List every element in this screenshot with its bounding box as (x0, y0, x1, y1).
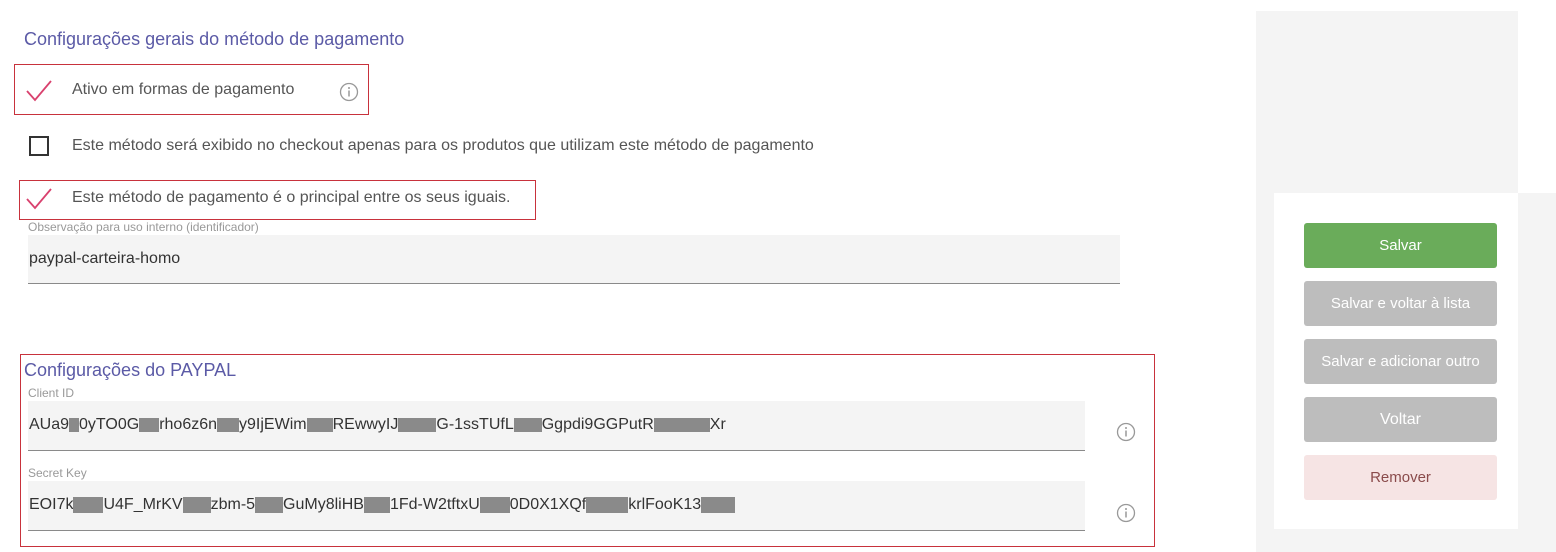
secret-key-part: U4F_MrKV (103, 496, 183, 513)
redaction-mask (701, 497, 736, 513)
remove-button[interactable]: Remover (1304, 455, 1497, 500)
redaction-mask (479, 497, 510, 513)
note-field-value: paypal-carteira-homo (29, 250, 181, 267)
info-icon[interactable] (339, 82, 359, 102)
redaction-mask (69, 418, 80, 432)
check-icon[interactable] (24, 76, 54, 106)
redaction-mask (398, 418, 437, 432)
client-id-part: rho6z6n (159, 416, 218, 433)
info-icon[interactable] (1116, 503, 1136, 523)
principal-label: Este método de pagamento é o principal e… (72, 189, 511, 206)
checkout-only-checkbox[interactable] (29, 136, 49, 156)
client-id-value: AUa9 0yTO0G rho6z6n y9IjEWim REwwyIJ G-1… (29, 416, 726, 434)
client-id-part: Ggpdi9GGPutR (541, 416, 654, 433)
client-id-part: Xr (709, 416, 726, 433)
client-id-part: y9IjEWim (239, 416, 307, 433)
redaction-mask (363, 497, 390, 513)
redaction-mask (73, 497, 104, 513)
active-label: Ativo em formas de pagamento (72, 81, 295, 98)
secret-key-part: zbm-5 (210, 496, 256, 513)
redaction-mask (586, 497, 629, 513)
redaction-mask (513, 418, 542, 432)
redaction-mask (217, 418, 240, 432)
back-button[interactable]: Voltar (1304, 397, 1497, 442)
secret-key-part: EOI7k (29, 496, 74, 513)
checkout-only-label: Este método será exibido no checkout ape… (72, 137, 814, 154)
client-id-part: AUa9 (29, 416, 70, 433)
save-and-add-button[interactable]: Salvar e adicionar outro (1304, 339, 1497, 384)
client-id-part: 0yTO0G (79, 416, 140, 433)
client-id-part: REwwyIJ (332, 416, 399, 433)
side-panel-top (1256, 11, 1518, 193)
note-field[interactable] (28, 235, 1120, 284)
note-field-caption: Observação para uso interno (identificad… (28, 220, 259, 234)
secret-key-part: krlFooK13 (628, 496, 702, 513)
secret-key-caption: Secret Key (28, 466, 87, 480)
redaction-mask (139, 418, 160, 432)
info-icon[interactable] (1116, 422, 1136, 442)
save-button[interactable]: Salvar (1304, 223, 1497, 268)
general-settings-title: Configurações gerais do método de pagame… (24, 29, 405, 49)
redaction-mask (306, 418, 333, 432)
client-id-part: G-1ssTUfL (436, 416, 514, 433)
secret-key-part: 0D0X1XQf (509, 496, 587, 513)
check-icon[interactable] (24, 184, 54, 214)
secret-key-value: EOI7k U4F_MrKV zbm-5 GuMy8liHB 1Fd-W2tft… (29, 496, 736, 514)
redaction-mask (255, 497, 284, 513)
secret-key-part: GuMy8liHB (283, 496, 364, 513)
paypal-settings-title: Configurações do PAYPAL (24, 360, 237, 380)
client-id-caption: Client ID (28, 386, 75, 400)
redaction-mask (182, 497, 211, 513)
redaction-mask (653, 418, 710, 432)
save-and-back-button[interactable]: Salvar e voltar à lista (1304, 281, 1497, 326)
secret-key-part: 1Fd-W2tftxU (389, 496, 480, 513)
